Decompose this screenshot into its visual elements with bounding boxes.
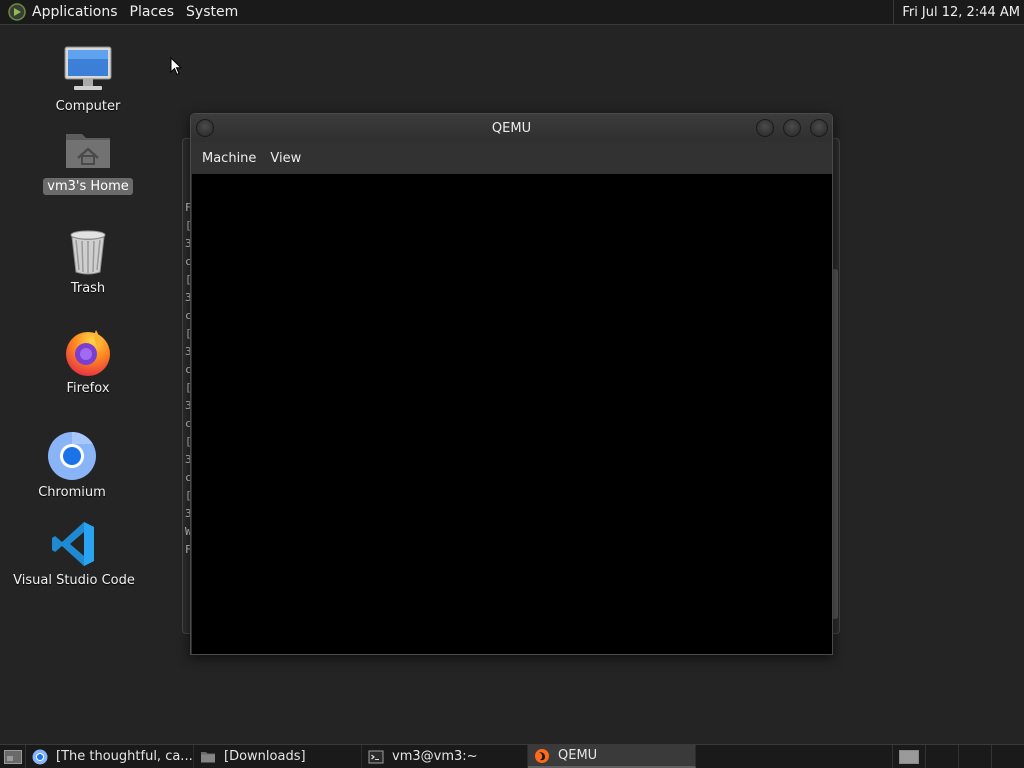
taskbar-item-terminal[interactable]: vm3@vm3:~: [362, 745, 528, 768]
firefox-icon: [66, 330, 110, 376]
workspace-4[interactable]: [991, 745, 1024, 768]
vscode-icon: [52, 522, 94, 566]
taskbar-item-chromium[interactable]: [The thoughtful, ca...: [26, 745, 194, 768]
trash-icon: [70, 230, 106, 275]
qemu-title: QEMU: [491, 120, 532, 136]
desktop-icon-label: vm3's Home: [43, 178, 133, 195]
menu-machine[interactable]: Machine: [195, 142, 263, 174]
desktop-icon-label: Chromium: [38, 485, 106, 500]
desktop-icon-label: Visual Studio Code: [13, 573, 135, 588]
places-menu[interactable]: Places: [124, 0, 181, 25]
mate-logo-icon: [8, 3, 26, 21]
home-folder-icon: [66, 134, 110, 168]
workspace-switcher: [892, 745, 1024, 768]
show-desktop-icon: [3, 749, 22, 764]
desktop-icon-label: Trash: [70, 281, 106, 296]
qemu-window[interactable]: QEMU Machine View: [190, 113, 833, 655]
applications-menu[interactable]: Applications: [0, 0, 124, 25]
maximize-button[interactable]: [783, 119, 801, 137]
show-desktop-button[interactable]: [0, 745, 26, 768]
taskbar-item-downloads[interactable]: [Downloads]: [194, 745, 362, 768]
clock-text: Fri Jul 12, 2:44 AM: [902, 5, 1020, 20]
task-label: vm3@vm3:~: [392, 749, 478, 764]
chromium-icon: [48, 432, 96, 480]
chromium-icon: [32, 749, 48, 764]
workspace-3[interactable]: [958, 745, 991, 768]
workspace-preview: [899, 749, 919, 764]
minimize-button[interactable]: [756, 119, 774, 137]
desktop-icon-firefox[interactable]: Firefox: [28, 326, 148, 397]
bottom-taskbar: [The thoughtful, ca... [Downloads] vm3@v…: [0, 744, 1024, 768]
system-label: System: [186, 4, 239, 20]
desktop-icon-chromium[interactable]: Chromium: [12, 430, 132, 501]
task-label: [The thoughtful, ca...: [56, 749, 193, 764]
clock[interactable]: Fri Jul 12, 2:44 AM: [893, 0, 1020, 25]
qemu-menubar: Machine View: [191, 142, 832, 174]
mouse-pointer-icon: [170, 57, 182, 76]
desktop-icon-label: Computer: [55, 99, 121, 114]
places-label: Places: [129, 4, 175, 20]
folder-icon: [201, 751, 215, 762]
taskbar-item-qemu[interactable]: QEMU: [528, 745, 696, 768]
system-menu[interactable]: System: [180, 0, 244, 25]
qemu-titlebar[interactable]: QEMU: [191, 114, 832, 142]
menu-view[interactable]: View: [263, 142, 308, 174]
desktop-icon-label: Firefox: [66, 381, 110, 396]
task-label: QEMU: [558, 748, 598, 763]
qemu-icon: [535, 748, 549, 763]
computer-icon: [64, 46, 112, 90]
window-menu-button[interactable]: [196, 119, 214, 137]
desktop-icon-vscode[interactable]: Visual Studio Code: [13, 518, 135, 589]
top-panel: Applications Places System Fri Jul 12, 2…: [0, 0, 1024, 25]
terminal-icon: [368, 750, 384, 763]
workspace-1[interactable]: [892, 745, 925, 768]
desktop-icon-trash[interactable]: Trash: [28, 226, 148, 297]
vm-display[interactable]: [192, 174, 832, 654]
task-label: [Downloads]: [224, 749, 306, 764]
close-button[interactable]: [810, 119, 828, 137]
workspace-2[interactable]: [925, 745, 958, 768]
applications-label: Applications: [32, 4, 118, 20]
desktop-icon-computer[interactable]: Computer: [28, 44, 148, 115]
desktop-icon-home[interactable]: vm3's Home: [28, 124, 148, 195]
